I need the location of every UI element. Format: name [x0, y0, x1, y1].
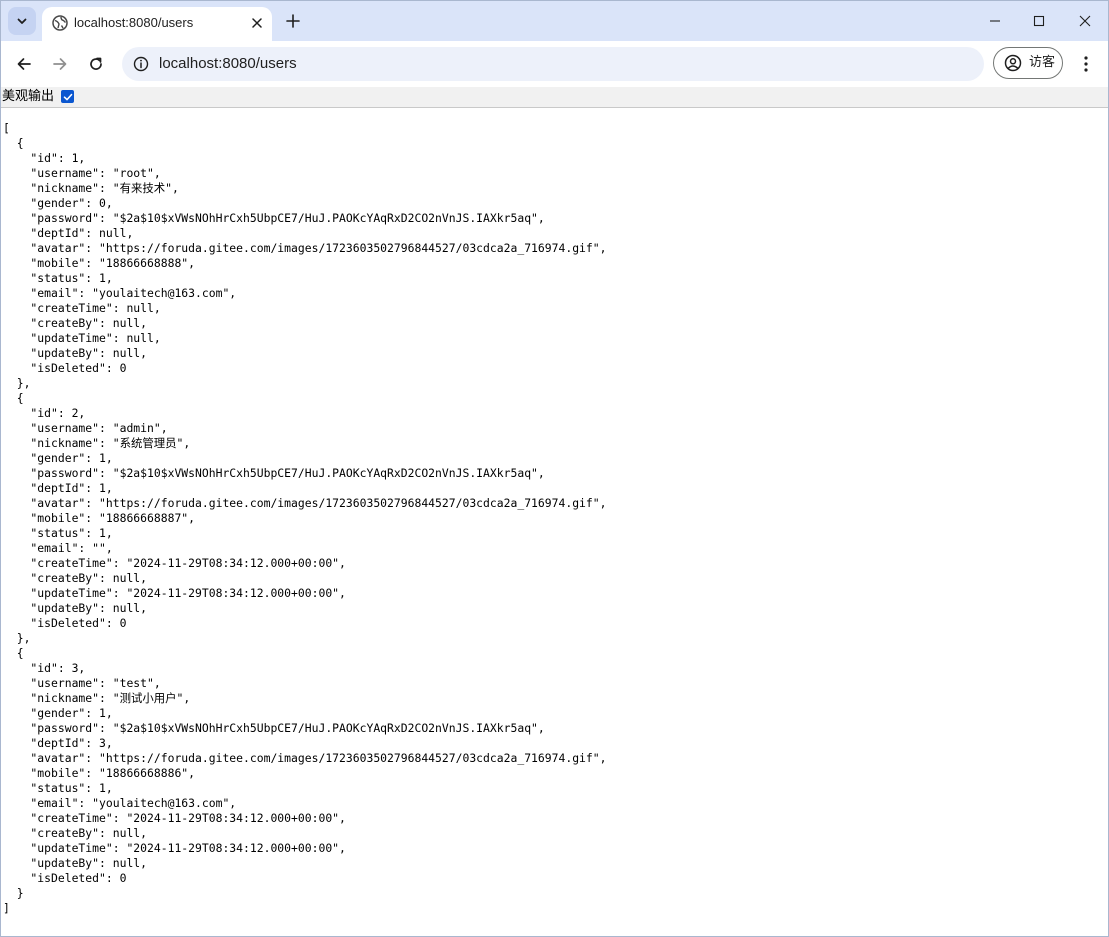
- maximize-button[interactable]: [1029, 11, 1049, 31]
- profile-label: 访客: [1029, 55, 1056, 70]
- close-icon: [1079, 15, 1091, 27]
- checkmark-icon: [63, 93, 72, 100]
- tab-active[interactable]: localhost:8080/users: [42, 7, 272, 41]
- reload-button[interactable]: [85, 53, 107, 75]
- tab-close-button[interactable]: [248, 14, 266, 32]
- globe-icon: [52, 15, 68, 31]
- new-tab-button[interactable]: [282, 10, 304, 32]
- info-icon[interactable]: [132, 55, 150, 73]
- person-circle-icon: [1004, 54, 1022, 72]
- maximize-icon: [1033, 15, 1045, 27]
- minimize-button[interactable]: [985, 11, 1005, 31]
- pretty-print-bar: 美观输出: [1, 87, 1108, 108]
- browser-window: localhost:8080/users localhost:8080/user…: [0, 0, 1109, 937]
- arrow-right-icon: [53, 58, 67, 70]
- arrow-left-icon: [17, 58, 31, 70]
- browser-toolbar: localhost:8080/users 访客: [1, 41, 1108, 87]
- pretty-print-label: 美观输出: [2, 89, 55, 104]
- profile-button[interactable]: 访客: [993, 47, 1063, 79]
- pretty-print-checkbox[interactable]: [61, 90, 74, 103]
- close-icon: [252, 18, 262, 28]
- json-content: [ { "id": 1, "username": "root", "nickna…: [3, 121, 607, 915]
- chevron-down-icon: [17, 18, 27, 24]
- address-bar[interactable]: localhost:8080/users: [122, 47, 984, 81]
- tab-strip: localhost:8080/users: [1, 1, 1108, 41]
- tab-title: localhost:8080/users: [74, 15, 194, 30]
- back-button[interactable]: [13, 53, 35, 75]
- window-close-button[interactable]: [1075, 11, 1095, 31]
- more-vertical-icon: [1084, 56, 1088, 72]
- browser-menu-button[interactable]: [1076, 53, 1096, 75]
- tab-search-button[interactable]: [8, 7, 36, 35]
- forward-button[interactable]: [49, 53, 71, 75]
- minimize-icon: [990, 20, 1000, 22]
- reload-icon: [90, 57, 102, 70]
- plus-icon: [286, 14, 300, 28]
- url-text[interactable]: localhost:8080/users: [159, 54, 297, 74]
